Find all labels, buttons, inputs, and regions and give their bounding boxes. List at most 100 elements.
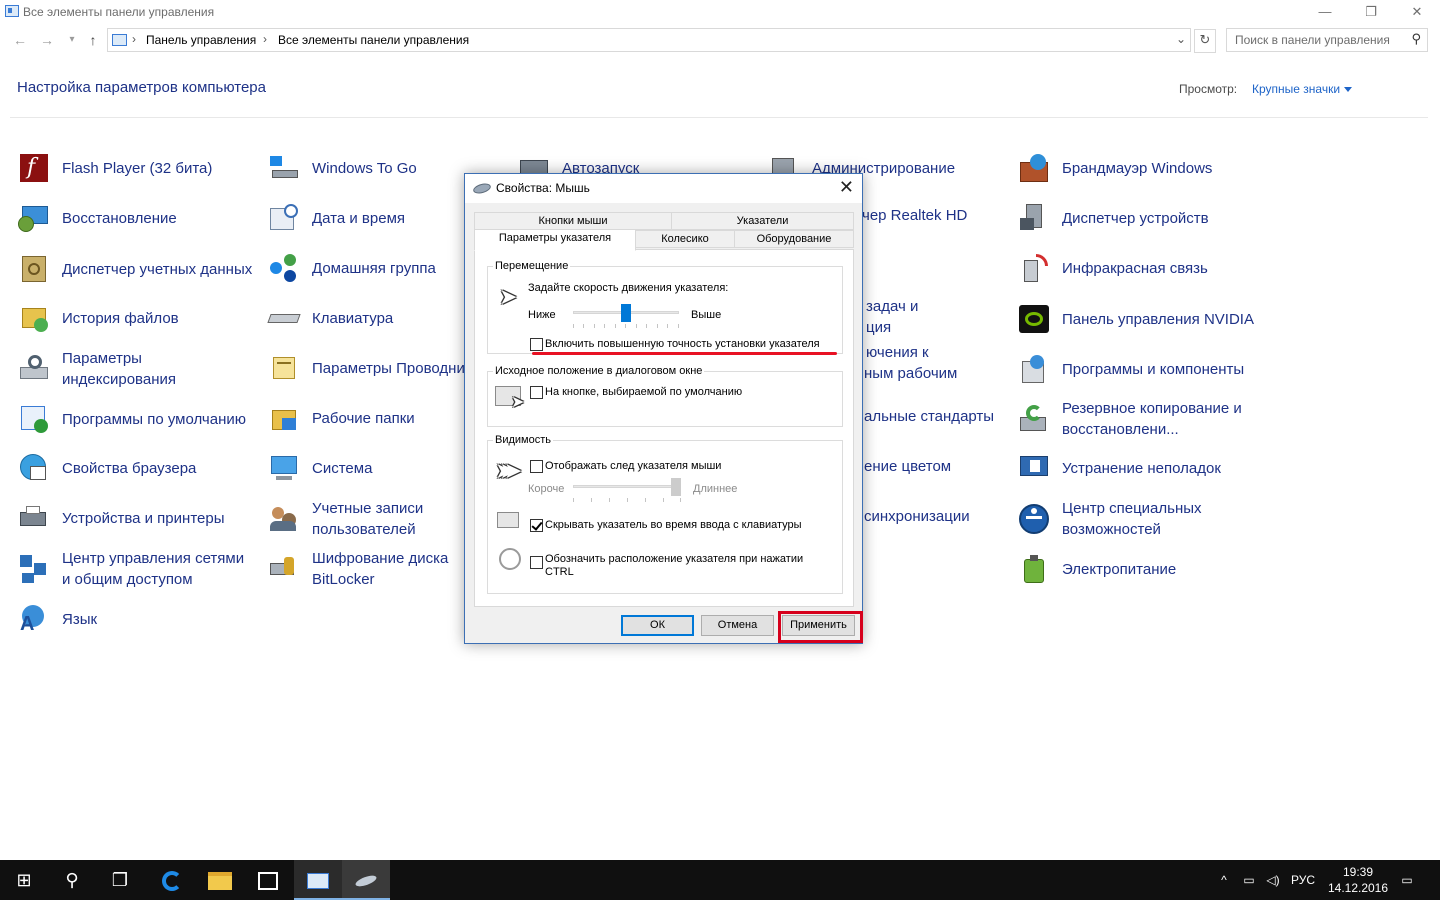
clock[interactable]: 19:39 14.12.2016 [1318, 864, 1398, 896]
cp-item-infrared[interactable]: Инфракрасная связь [1018, 246, 1254, 290]
cp-item-label: История файлов [62, 309, 179, 327]
breadcrumb-all-items[interactable]: Все элементы панели управления [278, 33, 469, 47]
forward-button[interactable]: → [37, 30, 57, 50]
cp-item-taskbar-label-2[interactable]: ция [866, 319, 891, 336]
precision-checkbox[interactable] [530, 338, 543, 351]
cp-item-network-center[interactable]: Центр управления сетями и общим доступом [18, 547, 254, 591]
language-indicator[interactable]: РУС [1288, 860, 1318, 900]
cp-item-nvidia[interactable]: Панель управления NVIDIA [1018, 297, 1254, 341]
cp-item-ease-of-access[interactable]: Центр специальных возможностей [1018, 497, 1254, 541]
view-dropdown[interactable]: Крупные значки [1252, 82, 1353, 96]
cp-item-recovery[interactable]: Восстановление [18, 196, 254, 240]
snap-cursor-icon: ➤ [511, 394, 525, 411]
programs-features-icon [1018, 353, 1050, 385]
search-button[interactable]: ⚲ [48, 860, 96, 900]
control-panel-taskbar-icon[interactable] [294, 860, 342, 900]
recent-locations-button[interactable]: ▾ [62, 30, 82, 50]
snap-label[interactable]: На кнопке, выбираемой по умолчанию [545, 386, 742, 398]
tab-buttons[interactable]: Кнопки мыши [474, 212, 672, 230]
cp-item-internet-options[interactable]: Свойства браузера [18, 446, 254, 490]
tab-pointer-options[interactable]: Параметры указателя [474, 229, 636, 251]
vault-icon [18, 253, 50, 285]
edge-icon[interactable] [148, 860, 196, 900]
cp-item-power[interactable]: Электропитание [1018, 547, 1254, 591]
cp-item-credential-manager[interactable]: Диспетчер учетных данных [18, 247, 254, 291]
keyboard-icon [267, 302, 301, 334]
cancel-button[interactable]: Отмена [701, 615, 774, 636]
speed-slider[interactable] [573, 304, 679, 330]
tray-chevron-icon[interactable]: ^ [1214, 860, 1234, 900]
dialog-title: Свойства: Мышь [496, 181, 590, 195]
speed-slider-thumb[interactable] [621, 304, 631, 322]
volume-tray-icon[interactable]: ◁) [1262, 860, 1284, 900]
cp-item-default-programs[interactable]: Программы по умолчанию [18, 397, 254, 441]
cp-item-realtek-label[interactable]: чер Realtek HD [862, 207, 967, 224]
snap-checkbox[interactable] [530, 386, 543, 399]
cp-item-label: Электропитание [1062, 560, 1177, 578]
cp-item-remoteapp-label-2[interactable]: ным рабочим [864, 365, 957, 382]
default-programs-icon [18, 403, 50, 435]
trails-checkbox[interactable] [530, 460, 543, 473]
ctrl-locate-checkbox[interactable] [530, 556, 543, 569]
search-icon[interactable]: ⚲ [1411, 31, 1421, 47]
cp-item-backup[interactable]: Резервное копирование и восстановлени... [1018, 397, 1254, 441]
cp-item-label: Устранение неполадок [1062, 459, 1221, 477]
task-view-button[interactable]: ❐ [96, 860, 144, 900]
cp-item-devices-printers[interactable]: Устройства и принтеры [18, 496, 254, 540]
device-manager-icon [1018, 202, 1050, 234]
network-tray-icon[interactable]: ▭ [1238, 860, 1260, 900]
cp-item-file-history[interactable]: История файлов [18, 296, 254, 340]
precision-label[interactable]: Включить повышенную точность установки у… [545, 338, 820, 350]
firewall-icon [1018, 152, 1050, 184]
cp-item-indexing-options[interactable]: Параметры индексирования [18, 347, 254, 391]
taskbar: ⊞ ⚲ ❐ ^ ▭ ◁) РУС 19:39 14.12.2016 ▭ [0, 860, 1440, 900]
cp-item-flash-player[interactable]: f Flash Player (32 бита) [18, 146, 254, 190]
chevron-down-icon[interactable]: ⌄ [1176, 32, 1186, 46]
tab-pointers[interactable]: Указатели [671, 212, 854, 230]
caret-down-icon [1344, 87, 1353, 93]
cp-item-language[interactable]: A Язык [18, 597, 254, 641]
ok-button[interactable]: ОК [621, 615, 694, 636]
cp-item-taskbar-label-1[interactable]: задач и [866, 298, 918, 315]
hide-while-typing-checkbox[interactable] [530, 519, 543, 532]
address-bar[interactable]: › Панель управления › Все элементы панел… [107, 28, 1191, 52]
cp-item-label: Программы и компоненты [1062, 360, 1245, 378]
cp-item-label: Параметры индексирования [62, 350, 176, 388]
tab-hardware[interactable]: Оборудование [734, 230, 854, 248]
view-label: Просмотр: [1179, 82, 1238, 96]
start-button[interactable]: ⊞ [0, 860, 48, 900]
cp-item-color-mgmt-label[interactable]: ение цветом [864, 458, 951, 475]
store-icon[interactable] [244, 860, 292, 900]
restore-button[interactable]: ❐ [1348, 0, 1394, 26]
explorer-options-icon [268, 352, 300, 384]
language-icon: A [18, 603, 50, 635]
minimize-button[interactable]: — [1302, 0, 1348, 26]
refresh-button[interactable]: ↻ [1194, 29, 1216, 53]
cp-item-regional-label[interactable]: альные стандарты [864, 408, 994, 425]
navigation-bar: ← → ▾ ↑ › Панель управления › Все элемен… [0, 26, 1440, 56]
control-panel-icon [112, 34, 127, 46]
tab-wheel[interactable]: Колесико [635, 230, 735, 248]
search-input[interactable]: Поиск в панели управления ⚲ [1226, 28, 1428, 52]
dialog-close-button[interactable]: ✕ [839, 177, 854, 198]
cp-item-firewall[interactable]: Брандмауэр Windows [1018, 146, 1254, 190]
up-button[interactable]: ↑ [83, 30, 103, 50]
file-explorer-icon[interactable] [196, 860, 244, 900]
cp-item-device-manager[interactable]: Диспетчер устройств [1018, 196, 1254, 240]
cp-item-programs-features[interactable]: Программы и компоненты [1018, 347, 1254, 391]
cp-item-label: Восстановление [62, 209, 177, 227]
cp-item-sync-label[interactable]: синхронизации [864, 508, 970, 525]
notifications-icon[interactable]: ▭ [1394, 860, 1420, 900]
back-button[interactable]: ← [10, 30, 30, 50]
ctrl-locate-label[interactable]: Обозначить расположение указателя при на… [545, 553, 815, 579]
cp-item-troubleshooting[interactable]: Устранение неполадок [1018, 446, 1254, 490]
indexing-icon [18, 353, 50, 385]
visibility-legend: Видимость [495, 434, 551, 446]
close-button[interactable]: ✕ [1394, 0, 1440, 26]
hide-while-typing-label[interactable]: Скрывать указатель во время ввода с клав… [545, 519, 802, 531]
breadcrumb-control-panel[interactable]: Панель управления [146, 33, 256, 47]
homegroup-icon [268, 252, 300, 284]
cp-item-remoteapp-label-1[interactable]: ючения к [866, 344, 929, 361]
mouse-taskbar-icon[interactable] [342, 860, 390, 900]
trails-label[interactable]: Отображать след указателя мыши [545, 460, 721, 472]
